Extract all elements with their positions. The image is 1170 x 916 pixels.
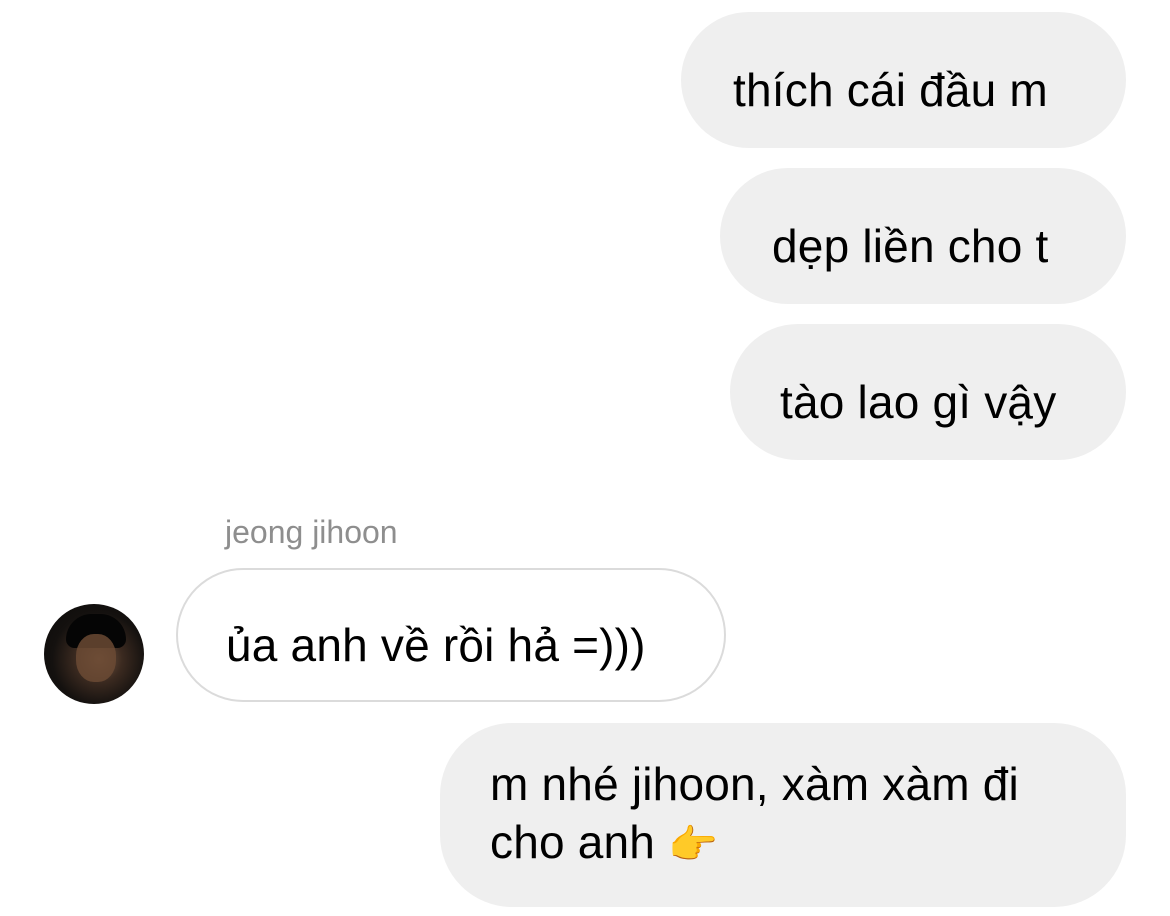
message-text: dẹp liền cho t <box>772 220 1049 272</box>
message-bubble-outgoing[interactable]: m nhé jihoon, xàm xàm đi cho anh 👉 <box>440 723 1126 907</box>
pointing-hand-icon: 👉 <box>668 822 719 868</box>
sender-name: jeong jihoon <box>225 514 398 550</box>
avatar[interactable] <box>44 604 144 704</box>
message-bubble-outgoing[interactable]: tào lao gì vậy <box>730 324 1126 460</box>
message-bubble-outgoing[interactable]: dẹp liền cho t <box>720 168 1126 304</box>
message-bubble-outgoing[interactable]: thích cái đầu m <box>681 12 1126 148</box>
message-text: thích cái đầu m <box>733 64 1048 116</box>
message-text: m nhé jihoon, xàm xàm đi cho anh 👉 <box>490 755 1126 874</box>
avatar-face <box>76 634 116 682</box>
message-text: ủa anh về rồi hả =))) <box>226 619 646 671</box>
message-text: tào lao gì vậy <box>780 376 1057 428</box>
message-bubble-incoming[interactable]: ủa anh về rồi hả =))) <box>176 568 726 702</box>
